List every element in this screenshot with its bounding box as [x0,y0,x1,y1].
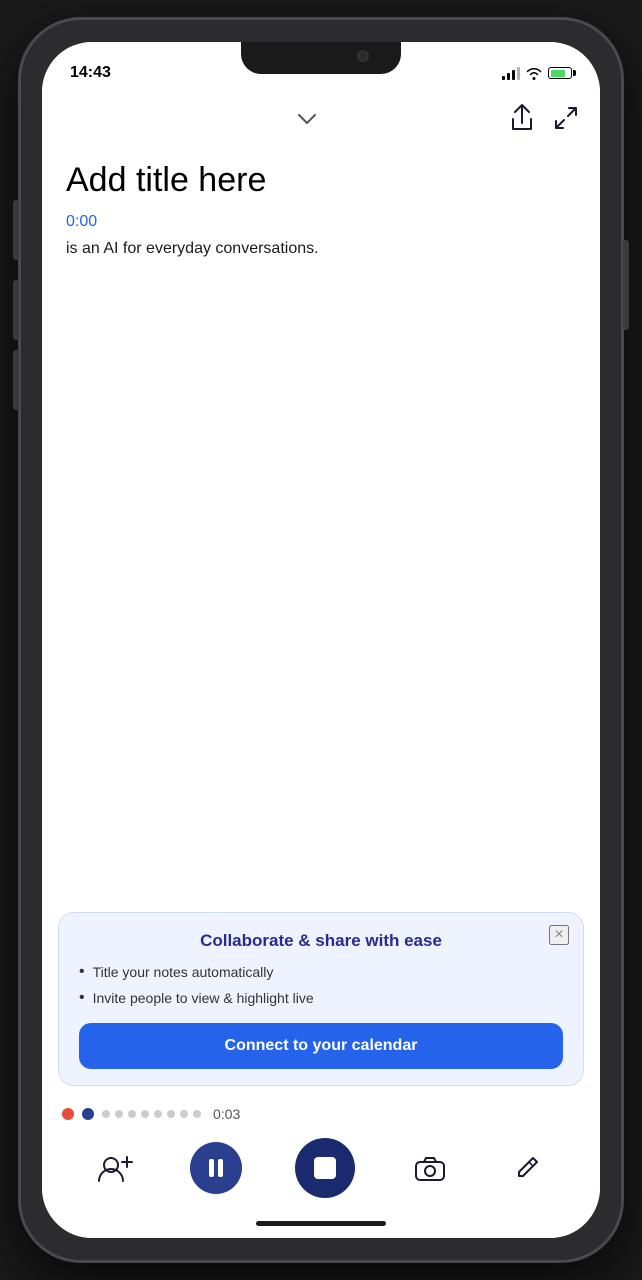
camera-button[interactable] [408,1146,452,1190]
promo-close-button[interactable]: × [549,925,569,945]
promo-card: × Collaborate & share with ease Title yo… [58,912,584,1086]
status-time: 14:43 [70,64,111,82]
promo-item-1: Title your notes automatically [79,963,563,981]
promo-item-2: Invite people to view & highlight live [79,989,563,1007]
front-camera [357,50,369,62]
promo-list: Title your notes automatically Invite pe… [79,963,563,1007]
stop-icon [314,1157,336,1179]
note-content: Add title here 0:00 is an AI for everyda… [42,144,600,277]
add-people-button[interactable] [93,1146,137,1190]
connect-calendar-button[interactable]: Connect to your calendar [79,1023,563,1069]
timestamp[interactable]: 0:00 [66,213,576,231]
home-bar [256,1221,386,1226]
collapse-button[interactable] [295,105,319,131]
note-title[interactable]: Add title here [66,160,576,201]
note-text: is an AI for everyday conversations. [66,237,576,261]
pen-button[interactable] [505,1146,549,1190]
home-indicator [42,1208,600,1238]
battery-icon [548,67,572,79]
pause-button[interactable] [190,1142,242,1194]
playback-time: 0:03 [213,1106,240,1122]
signal-icon [502,66,520,80]
playback-bar: 0:03 [42,1094,600,1128]
stop-button[interactable] [295,1138,355,1198]
playback-dot-red [62,1108,74,1120]
status-icons [502,66,572,80]
top-bar [42,92,600,144]
share-button[interactable] [508,104,536,132]
promo-title: Collaborate & share with ease [79,931,563,951]
wifi-icon [526,66,542,80]
controls-bar [42,1128,600,1208]
playback-dots [102,1110,201,1118]
notch [241,42,401,74]
playback-dot-blue [82,1108,94,1120]
expand-button[interactable] [552,104,580,132]
pause-icon [209,1159,223,1177]
